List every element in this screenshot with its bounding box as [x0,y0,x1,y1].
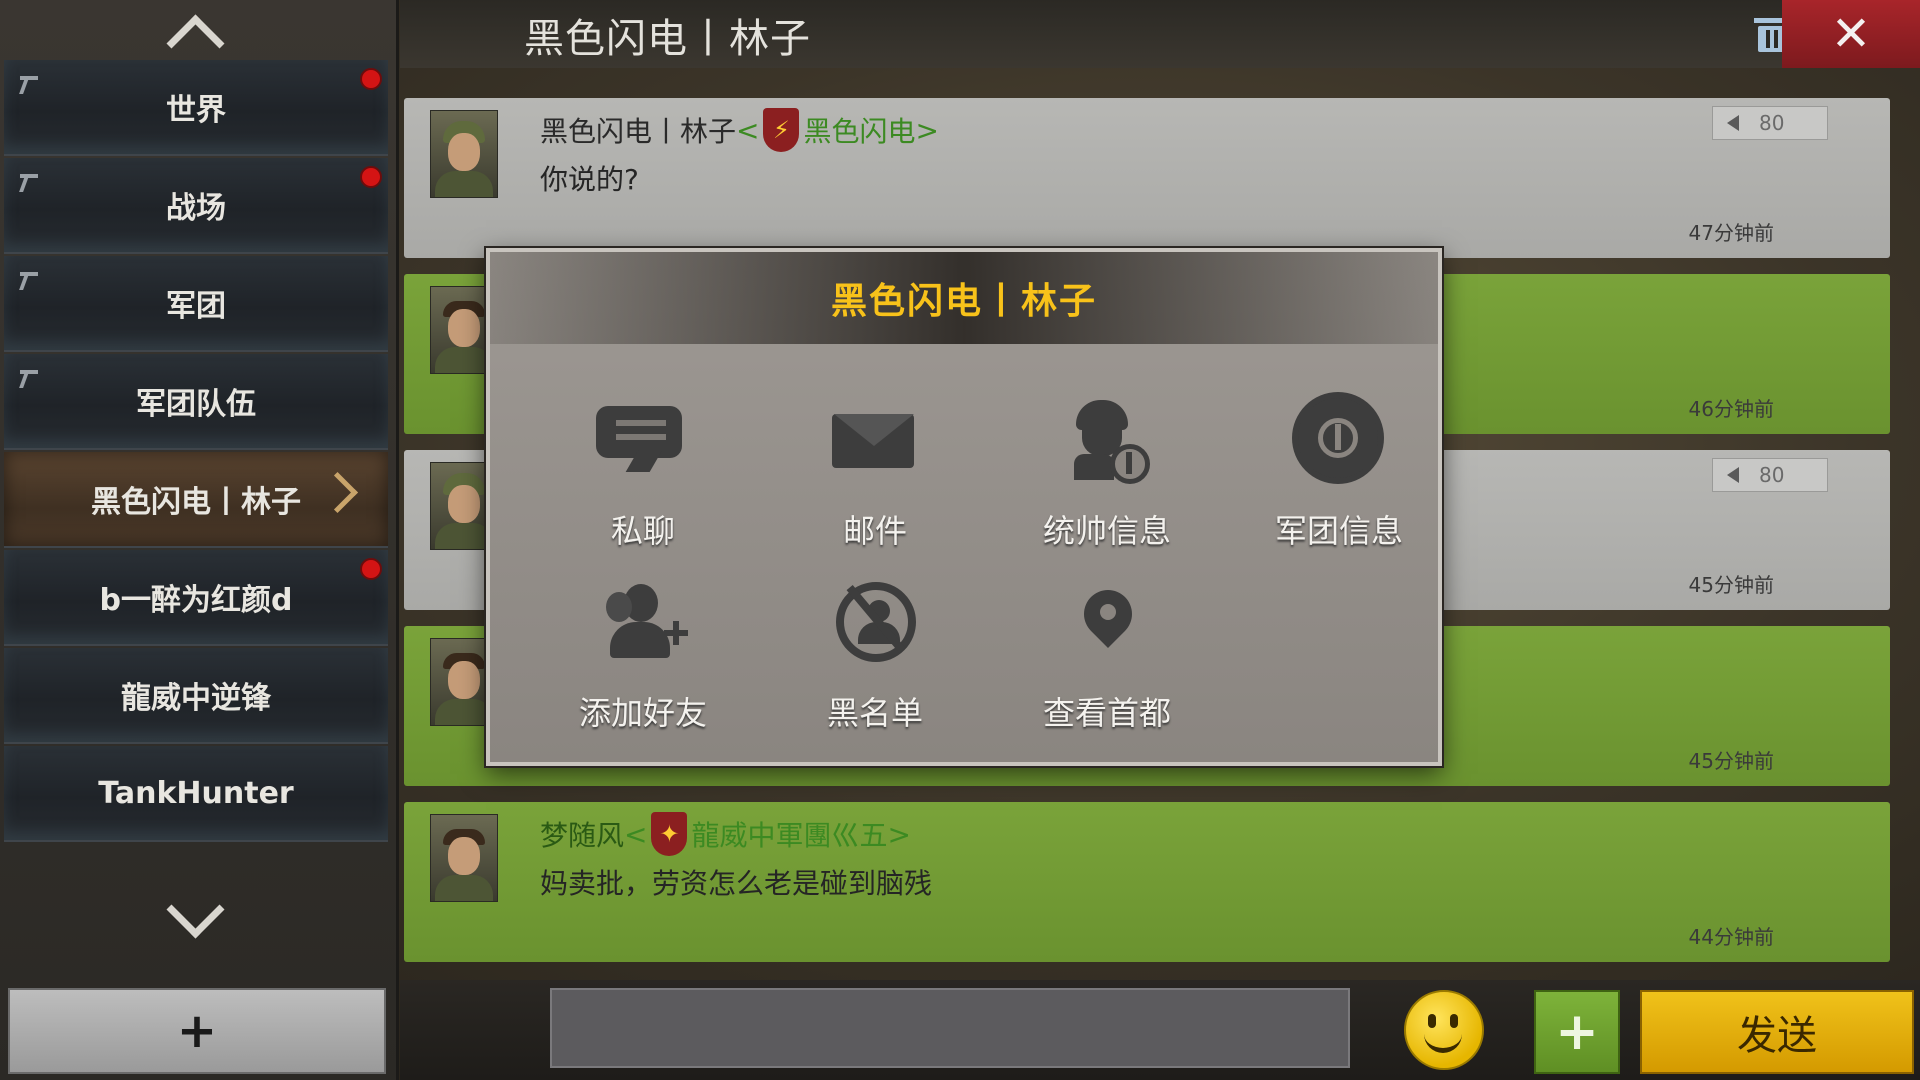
speaker-badge: 80 [1712,458,1828,492]
action-label: 查看首都 [1042,694,1171,732]
chevron-right-icon [316,471,359,514]
message-text: 你说的? [540,163,639,196]
popup-title-bar: 黑色闪电丨林子 [490,252,1438,344]
close-icon: ✕ [1830,6,1872,62]
blacklist-button[interactable]: 黑名单 [780,570,970,740]
message-time: 47分钟前 [1688,221,1774,245]
avatar[interactable] [430,110,498,198]
message-text: 妈卖批，劳资怎么老是碰到脑残 [540,867,933,900]
action-label: 添加好友 [578,694,707,732]
send-label: 发送 [1737,1013,1817,1059]
channel-tab-world[interactable]: 世界 [4,60,388,156]
message-time: 45分钟前 [1688,573,1774,597]
speaker-badge: 80 [1712,106,1828,140]
speaker-count: 80 [1759,111,1785,135]
channel-tab-private-active[interactable]: 黑色闪电丨林子 [4,452,388,548]
emoji-button[interactable] [1404,990,1484,1070]
chevron-down-icon [166,880,224,938]
lightning-guild-icon: ⚡ [763,108,800,152]
mail-button[interactable]: 邮件 [780,388,970,558]
message-time: 44分钟前 [1688,925,1774,949]
guild-name: 黑色闪电 [803,115,916,148]
channel-label: 黑色闪电丨林子 [91,485,301,520]
player-action-popup: 黑色闪电丨林子 私聊 邮件 统帅信息 军团信息 添加好友 黑名单 查看首都 [486,248,1442,766]
commander-info-button[interactable]: 统帅信息 [1012,388,1202,558]
message-input[interactable] [550,988,1350,1068]
attach-button[interactable]: + [1534,990,1620,1074]
channel-label: 战场 [166,191,226,226]
speaker-icon [1727,115,1739,131]
view-capital-button[interactable]: 查看首都 [1012,570,1202,740]
chat-message: 黑色闪电丨林子 < ⚡ 黑色闪电 > 你说的? 80 47分钟前 [404,98,1890,258]
sender-name[interactable]: 梦随风 [540,814,624,854]
pin-icon[interactable] [18,74,40,96]
action-label: 私聊 [610,512,675,550]
send-button[interactable]: 发送 [1640,990,1914,1074]
guild-name: 龍威中軍團巛五 [691,819,888,852]
chat-header: 黑色闪电丨林子 ✕ [400,0,1920,68]
sender-name[interactable]: 黑色闪电丨林子 [540,110,736,150]
pin-icon[interactable] [18,270,40,292]
unread-dot [360,68,382,90]
pin-icon[interactable] [18,172,40,194]
speaker-count: 80 [1759,463,1785,487]
pin-icon[interactable] [18,368,40,390]
flame-guild-icon: ✦ [651,812,688,856]
action-label: 黑名单 [826,694,923,732]
add-friend-icon [588,578,698,678]
channel-label: 军团 [166,289,226,324]
close-button[interactable]: ✕ [1782,0,1920,68]
message-time: 45分钟前 [1688,749,1774,773]
speaker-icon [1727,467,1739,483]
add-channel-button[interactable]: + [8,988,386,1074]
add-friend-button[interactable]: 添加好友 [548,570,738,740]
smiley-icon [1406,992,1482,1068]
channel-tab-legion-team[interactable]: 军团队伍 [4,354,388,450]
commander-info-icon [1052,396,1162,496]
message-composer: + 发送 [400,980,1920,1080]
map-pin-icon [1052,578,1162,678]
private-chat-button[interactable]: 私聊 [548,388,738,558]
channel-tab-legion[interactable]: 军团 [4,256,388,352]
popup-title: 黑色闪电丨林子 [830,281,1097,322]
blacklist-icon [820,578,930,678]
action-label: 邮件 [842,512,907,550]
sender-line: 梦随风 < ✦ 龍威中軍團巛五 > [540,812,911,856]
unread-dot [360,558,382,580]
scroll-up-button[interactable] [0,2,390,72]
plus-icon: + [176,1003,218,1059]
message-time: 46分钟前 [1688,397,1774,421]
sender-line: 黑色闪电丨林子 < ⚡ 黑色闪电 > [540,108,939,152]
legion-gear-icon [1284,396,1394,496]
legion-info-button[interactable]: 军团信息 [1244,388,1434,558]
channel-label: TankHunter [98,775,294,811]
channel-tab-private[interactable]: 龍威中逆锋 [4,648,388,744]
channel-tab-private[interactable]: TankHunter [4,746,388,842]
envelope-icon [820,396,930,496]
channel-tab-private[interactable]: b一醉为红颜d [4,550,388,646]
channel-label: 军团队伍 [136,387,256,422]
channel-sidebar: 世界 战场 军团 军团队伍 黑色闪电丨林子 b一醉为红颜d 龍威中逆锋 Tank… [0,0,399,1080]
plus-icon: + [1555,1002,1599,1062]
chat-message: 梦随风 < ✦ 龍威中軍團巛五 > 妈卖批，劳资怎么老是碰到脑残 44分钟前 [404,802,1890,962]
chat-bubbles-icon [588,396,698,496]
unread-dot [360,166,382,188]
scroll-down-button[interactable] [0,880,390,948]
channel-label: 龍威中逆锋 [121,681,271,716]
action-label: 统帅信息 [1042,512,1171,550]
channel-tab-battlefield[interactable]: 战场 [4,158,388,254]
channel-label: b一醉为红颜d [99,583,293,618]
conversation-title: 黑色闪电丨林子 [524,16,811,62]
channel-label: 世界 [166,93,226,128]
action-label: 军团信息 [1274,512,1403,550]
avatar[interactable] [430,814,498,902]
